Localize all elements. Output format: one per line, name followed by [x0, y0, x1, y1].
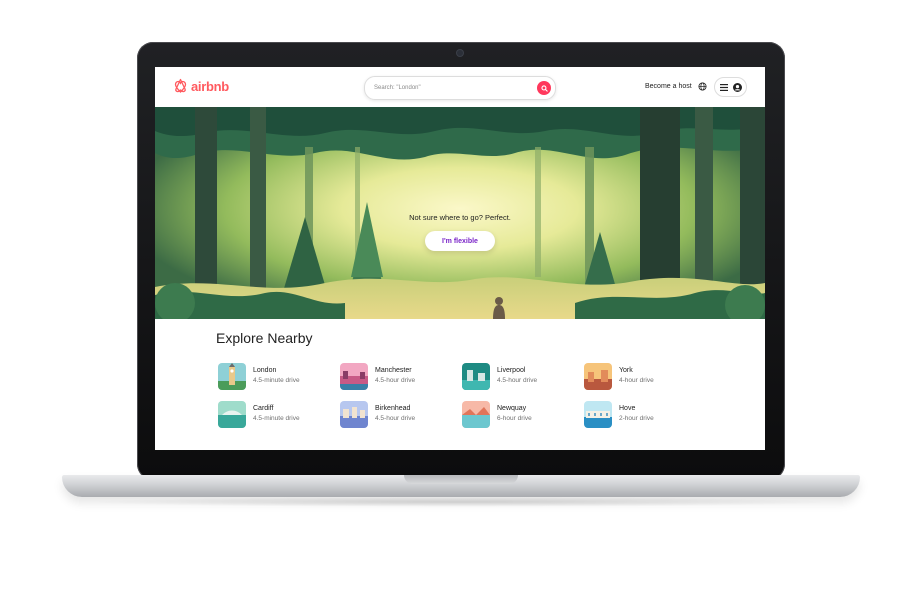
- place-city: Manchester: [375, 367, 412, 374]
- place-card-liverpool[interactable]: Liverpool 4.5-hour drive: [462, 362, 572, 390]
- place-city: York: [619, 367, 633, 374]
- newquay-thumbnail: [462, 400, 490, 428]
- laptop-base: [62, 475, 860, 497]
- liverpool-thumbnail: [462, 362, 490, 390]
- site-header: airbnb Search: "London" Become a host: [155, 67, 765, 107]
- airbnb-logo[interactable]: airbnb: [173, 78, 229, 94]
- place-card-newquay[interactable]: Newquay 6-hour drive: [462, 400, 572, 428]
- place-drive-time: 2-hour drive: [619, 415, 654, 422]
- place-city: Birkenhead: [375, 405, 411, 412]
- place-drive-time: 6-hour drive: [497, 415, 532, 422]
- search-button[interactable]: [537, 81, 551, 95]
- hero-tagline: Not sure where to go? Perfect.: [409, 213, 511, 222]
- brand-name: airbnb: [191, 78, 229, 94]
- place-city: London: [253, 367, 277, 374]
- hove-thumbnail: [584, 400, 612, 428]
- place-city: Newquay: [497, 405, 527, 412]
- cardiff-thumbnail: [218, 400, 246, 428]
- search-bar[interactable]: Search: "London": [364, 76, 556, 100]
- laptop-screen: airbnb Search: "London" Become a host No…: [155, 67, 765, 450]
- globe-icon[interactable]: [698, 82, 707, 91]
- hamburger-menu-icon: [719, 83, 728, 91]
- laptop-lid: airbnb Search: "London" Become a host No…: [137, 42, 785, 480]
- london-thumbnail: [218, 362, 246, 390]
- laptop-notch: [404, 475, 518, 484]
- explore-nearby-heading: Explore Nearby: [216, 330, 313, 346]
- birkenhead-thumbnail: [340, 400, 368, 428]
- manchester-thumbnail: [340, 362, 368, 390]
- place-card-manchester[interactable]: Manchester 4.5-hour drive: [340, 362, 450, 390]
- place-drive-time: 4.5-minute drive: [253, 415, 300, 422]
- place-card-hove[interactable]: Hove 2-hour drive: [584, 400, 694, 428]
- airbnb-logo-icon: [174, 78, 187, 93]
- search-icon: [540, 84, 548, 92]
- laptop-shadow: [90, 497, 830, 507]
- place-card-london[interactable]: London 4.5-minute drive: [218, 362, 328, 390]
- place-card-birkenhead[interactable]: Birkenhead 4.5-hour drive: [340, 400, 450, 428]
- webcam: [457, 50, 463, 56]
- place-card-york[interactable]: York 4-hour drive: [584, 362, 694, 390]
- hero-banner: Not sure where to go? Perfect. I'm flexi…: [155, 107, 765, 319]
- place-drive-time: 4.5-hour drive: [375, 377, 416, 384]
- user-menu-button[interactable]: [714, 77, 747, 97]
- place-drive-time: 4.5-hour drive: [497, 377, 538, 384]
- become-host-link[interactable]: Become a host: [645, 83, 692, 90]
- place-city: Liverpool: [497, 367, 526, 374]
- place-city: Hove: [619, 405, 636, 412]
- york-thumbnail: [584, 362, 612, 390]
- im-flexible-button[interactable]: I'm flexible: [425, 231, 495, 251]
- place-card-cardiff[interactable]: Cardiff 4.5-minute drive: [218, 400, 328, 428]
- search-input[interactable]: Search: "London": [374, 85, 537, 91]
- place-drive-time: 4-hour drive: [619, 377, 654, 384]
- place-city: Cardiff: [253, 405, 274, 412]
- user-avatar-icon: [732, 82, 742, 92]
- place-drive-time: 4.5-hour drive: [375, 415, 416, 422]
- place-drive-time: 4.5-minute drive: [253, 377, 300, 384]
